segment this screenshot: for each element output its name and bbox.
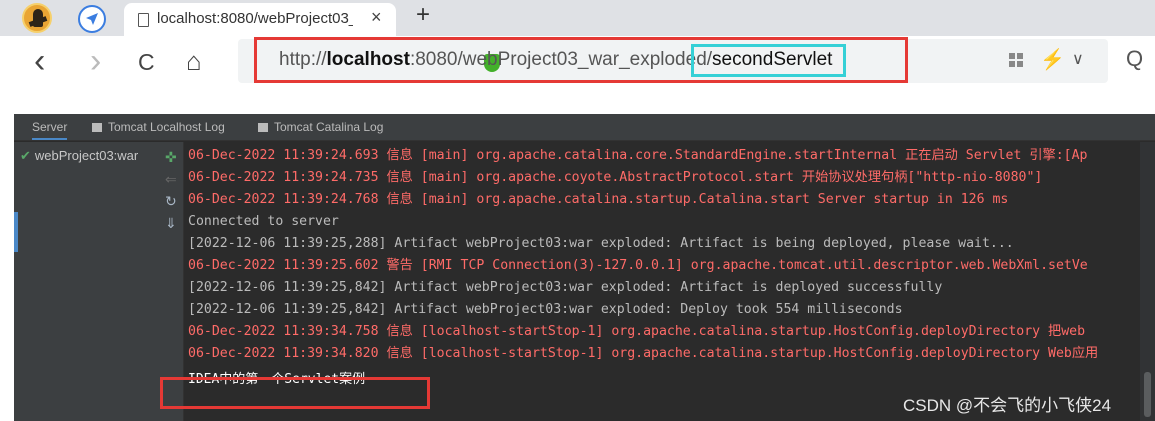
reload-button-icon[interactable]: C [138,49,155,75]
browser-tab-active[interactable]: localhost:8080/webProject03_ × [124,3,396,36]
csdn-watermark: CSDN @不会飞的小飞侠24 [903,396,1112,415]
console-line: 06-Dec-2022 11:39:24.735 信息 [main] org.a… [188,170,1043,185]
console-line: [2022-12-06 11:39:25,842] Artifact webPr… [188,280,943,295]
url-host: localhost [326,49,410,70]
compass-arrow-icon [86,13,98,25]
servlet-path-highlight-box [691,44,846,77]
console-line: [2022-12-06 11:39:25,842] Artifact webPr… [188,302,903,317]
tab-title: localhost:8080/webProject03_ [157,10,353,27]
browser-tab-bar: localhost:8080/webProject03_ × + [0,0,1155,36]
url-path: :8080/webProject03_war_exploded/ [409,49,713,70]
qr-code-icon[interactable] [1009,53,1023,67]
console-line: 06-Dec-2022 11:39:24.768 信息 [main] org.a… [188,192,1009,207]
console-line: 06-Dec-2022 11:39:34.758 信息 [localhost-s… [188,324,1086,339]
tab-server-label: Server [32,120,68,134]
url-prefix: http:// [279,49,327,70]
deployment-tree: ✔ webProject03:war [14,142,160,421]
tab-tomcat-catalina-log[interactable]: Tomcat Catalina Log [258,120,383,134]
console-scrollbar[interactable] [1140,142,1155,421]
check-icon: ✔ [20,148,31,163]
search-icon[interactable]: Q [1126,46,1143,72]
tree-item-label: webProject03:war [34,148,139,163]
console-line: Connected to server [188,214,339,229]
tab-close-icon[interactable]: × [371,7,382,28]
deploy-down-icon[interactable]: ⇓ [165,216,177,230]
tab-localhost-log-label: Tomcat Localhost Log [108,120,225,134]
chevron-down-icon[interactable]: ∨ [1072,49,1084,69]
forward-button-icon[interactable]: › [90,44,101,78]
page-icon [138,13,149,27]
new-tab-button[interactable]: + [416,1,430,29]
selection-marker [14,212,18,252]
back-arrow-icon[interactable]: ⇐ [165,172,177,186]
refresh-icon[interactable]: ↻ [165,194,177,208]
console-line: 06-Dec-2022 11:39:24.693 信息 [main] org.a… [188,148,1088,163]
tree-item-artifact[interactable]: ✔ webProject03:war [20,148,138,164]
lightning-icon[interactable]: ⚡ [1040,47,1065,72]
output-highlight-box [160,377,430,409]
scrollbar-thumb[interactable] [1144,372,1151,417]
navigation-compass-icon[interactable] [78,5,106,33]
ide-tab-strip: Server Tomcat Localhost Log Tomcat Catal… [14,114,1155,141]
tab-server[interactable]: Server [32,120,68,140]
console-line: 06-Dec-2022 11:39:34.820 信息 [localhost-s… [188,346,1099,361]
console-line: 06-Dec-2022 11:39:25.602 警告 [RMI TCP Con… [188,258,1088,273]
redeploy-icon[interactable]: ✜ [165,150,177,164]
console-line: [2022-12-06 11:39:25,288] Artifact webPr… [188,236,1014,251]
ide-run-panel: Server Tomcat Localhost Log Tomcat Catal… [14,114,1155,421]
profile-avatar[interactable] [22,3,52,33]
home-button-icon[interactable]: ⌂ [186,48,202,74]
log-icon [92,123,102,132]
tab-tomcat-localhost-log[interactable]: Tomcat Localhost Log [92,120,225,134]
back-button-icon[interactable]: ‹ [34,44,45,78]
log-icon [258,123,268,132]
tab-catalina-log-label: Tomcat Catalina Log [274,120,384,134]
